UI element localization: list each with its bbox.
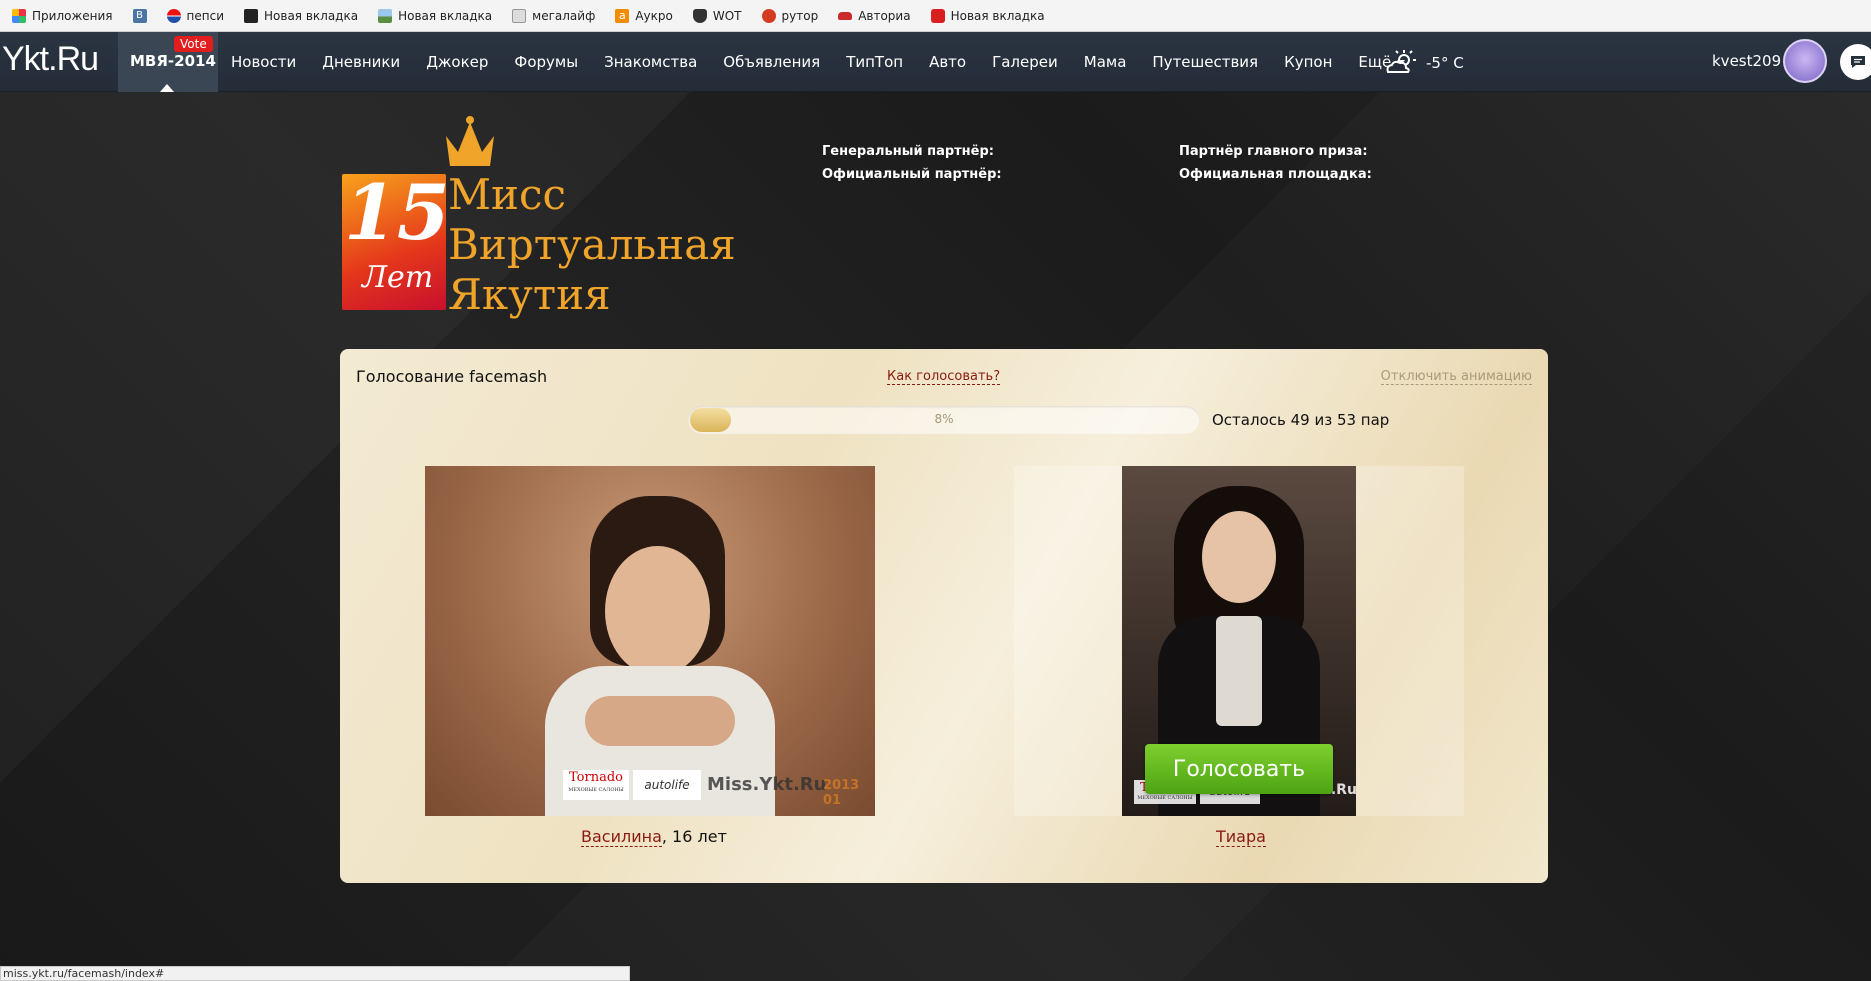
nav-menu: Новости Дневники Джокер Форумы Знакомств…: [218, 32, 1418, 92]
status-url: miss.ykt.ru/facemash/index#: [0, 966, 630, 981]
partly-cloudy-icon: [1386, 50, 1416, 73]
bookmark-label: Новая вкладка: [950, 8, 1045, 23]
nav-item-travel[interactable]: Путешествия: [1139, 53, 1271, 71]
face: [605, 546, 710, 676]
candidate-name-left[interactable]: Василина: [581, 827, 662, 847]
sponsor-tornado: Tornado МЕХОВЫЕ САЛОНЫ: [563, 770, 629, 800]
partners-right: Партнёр главного приза: Официальная площ…: [1179, 140, 1372, 186]
vk-icon: B: [132, 8, 147, 23]
aukro-icon: a: [615, 8, 630, 23]
bookmark-pepsi[interactable]: пепси: [159, 4, 232, 28]
bookmark-label: Аукро: [635, 8, 673, 23]
disable-animation-link[interactable]: Отключить анимацию: [1380, 369, 1532, 385]
hands: [585, 696, 735, 746]
bookmark-new-tab-2[interactable]: Новая вкладка: [370, 4, 500, 28]
bookmark-label: рутор: [781, 8, 819, 23]
site-logo[interactable]: Ykt.Ru: [2, 40, 99, 79]
candidate-photo-left[interactable]: Tornado МЕХОВЫЕ САЛОНЫ autolife Miss.Ykt…: [425, 466, 875, 816]
bookmark-label: Новая вкладка: [264, 8, 359, 23]
bookmark-megalife[interactable]: мегалайф: [504, 4, 603, 28]
megalife-icon: [512, 8, 527, 23]
miss-title-line: Якутия: [448, 270, 611, 319]
nav-item-tiptop[interactable]: ТипТоп: [833, 53, 916, 71]
bookmark-label: мегалайф: [532, 8, 596, 23]
nav-item-galleries[interactable]: Галереи: [979, 53, 1071, 71]
active-pointer-icon: [160, 84, 174, 92]
nav-item-joker[interactable]: Джокер: [413, 53, 501, 71]
voting-panel: Голосование facemash Как голосовать? Отк…: [340, 349, 1548, 883]
candidate-name-right[interactable]: Тиара: [1216, 827, 1266, 847]
miss-title: Мисс Виртуальная Якутия: [448, 170, 736, 320]
bookmark-new-tab-3[interactable]: Новая вкладка: [923, 4, 1053, 28]
partners-left: Генеральный партнёр: Официальный партнёр…: [822, 140, 1002, 186]
miss-title-line: Виртуальная: [448, 220, 736, 269]
chat-bubble-icon: [1851, 56, 1865, 68]
sponsor-autolife: autolife: [633, 770, 701, 800]
face: [1202, 511, 1276, 603]
nav-item-forums[interactable]: Форумы: [501, 53, 591, 71]
main-prize-partner-label: Партнёр главного приза:: [1179, 144, 1368, 159]
candidate-caption-right: Тиара: [1216, 827, 1266, 847]
nav-item-mvya[interactable]: МВЯ-2014 Vote: [118, 32, 218, 92]
official-partner-label: Официальный партнёр:: [822, 167, 1002, 182]
bookmark-label: WOT: [712, 8, 742, 23]
nav-item-label: МВЯ-2014: [130, 52, 216, 70]
vote-badge: Vote: [174, 36, 213, 52]
nav-item-mama[interactable]: Мама: [1071, 53, 1140, 71]
sponsor-tornado-name: Tornado: [569, 770, 623, 785]
fifteen-number: 15: [344, 168, 450, 257]
progress-bar: 8%: [688, 406, 1200, 434]
bookmark-label: Новая вкладка: [398, 8, 493, 23]
nav-item-dating[interactable]: Знакомства: [591, 53, 710, 71]
weather-widget[interactable]: -5° C: [1384, 50, 1464, 76]
remaining-pairs: Осталось 49 из 53 пар: [1212, 411, 1390, 429]
years-label: Лет: [362, 260, 434, 295]
bookmark-label: пепси: [186, 8, 224, 23]
temperature: -5° C: [1426, 54, 1464, 72]
rutor-icon: [761, 8, 776, 23]
watermark: Miss.Ykt.Ru: [707, 774, 827, 795]
sponsor-tornado-sub: МЕХОВЫЕ САЛОНЫ: [1137, 795, 1193, 801]
landscape-icon: [378, 8, 393, 23]
messages-button[interactable]: [1840, 44, 1871, 80]
candidate-caption-left: Василина, 16 лет: [581, 827, 727, 847]
film-icon: [244, 8, 258, 23]
bookmark-label: Приложения: [32, 8, 113, 23]
necklace: [1216, 616, 1262, 726]
progress-label: 8%: [934, 412, 954, 426]
youtube-icon: [930, 8, 945, 23]
how-to-vote-link[interactable]: Как голосовать?: [887, 369, 1001, 385]
car-icon: [838, 11, 853, 20]
site-navbar: Ykt.Ru МВЯ-2014 Vote Новости Дневники Дж…: [0, 32, 1871, 92]
bookmark-apps[interactable]: Приложения: [4, 4, 121, 28]
bookmark-rutor[interactable]: рутор: [754, 4, 827, 28]
bookmark-autoria[interactable]: Авториа: [830, 4, 918, 28]
official-platform-label: Официальная площадка:: [1179, 167, 1372, 182]
general-partner-label: Генеральный партнёр:: [822, 144, 994, 159]
bookmark-aukro[interactable]: a Аукро: [607, 4, 681, 28]
nav-item-auto[interactable]: Авто: [916, 53, 979, 71]
voting-title: Голосование facemash: [356, 367, 548, 386]
nav-item-news[interactable]: Новости: [218, 53, 309, 71]
crown-icon: [446, 116, 494, 166]
bookmark-wot[interactable]: WOT: [685, 4, 750, 28]
wot-shield-icon: [692, 8, 707, 23]
bookmark-new-tab-1[interactable]: Новая вкладка: [236, 4, 366, 28]
nav-item-diaries[interactable]: Дневники: [309, 53, 413, 71]
bookmarks-bar: Приложения B пепси Новая вкладка Новая в…: [0, 0, 1871, 32]
date-mark: 2013 01: [823, 778, 860, 808]
avatar[interactable]: [1783, 39, 1827, 83]
candidate-age-left: , 16 лет: [661, 827, 727, 846]
nav-item-ads[interactable]: Объявления: [710, 53, 833, 71]
fifteen-years-badge: 15 Лет: [342, 168, 450, 310]
bookmark-vk[interactable]: B: [125, 4, 155, 28]
sponsor-tornado-sub: МЕХОВЫЕ САЛОНЫ: [568, 787, 624, 793]
miss-title-line: Мисс: [448, 170, 567, 219]
pepsi-icon: [166, 8, 181, 23]
username[interactable]: kvest209: [1712, 52, 1781, 70]
nav-item-coupon[interactable]: Купон: [1271, 53, 1345, 71]
vote-button[interactable]: Голосовать: [1145, 744, 1333, 794]
bookmark-label: Авториа: [858, 8, 911, 23]
apps-grid-icon: [12, 8, 26, 23]
